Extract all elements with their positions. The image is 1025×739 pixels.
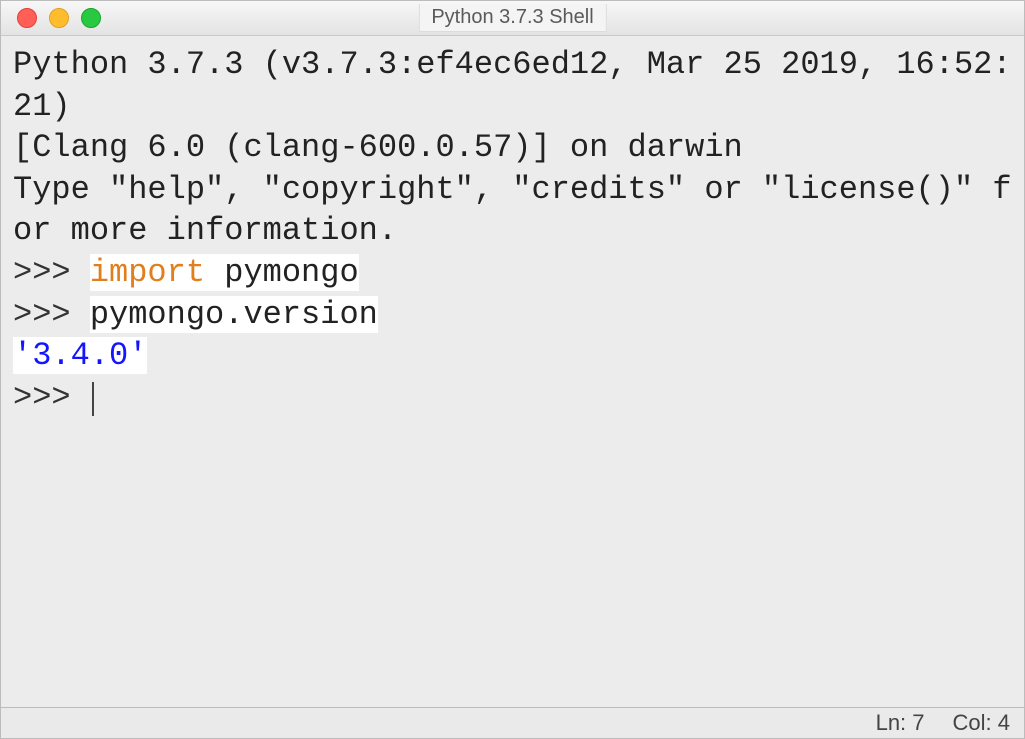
prompt: >>> <box>13 296 90 333</box>
traffic-lights <box>17 8 101 28</box>
prompt: >>> <box>13 379 90 416</box>
statusbar: Ln: 7 Col: 4 <box>1 707 1024 738</box>
code-text <box>205 254 224 291</box>
status-line-number: Ln: 7 <box>876 710 925 736</box>
window-title: Python 3.7.3 Shell <box>418 4 606 32</box>
minimize-icon[interactable] <box>49 8 69 28</box>
zoom-icon[interactable] <box>81 8 101 28</box>
string-output: '3.4.0' <box>13 337 147 374</box>
code-text: pymongo.version <box>90 296 378 333</box>
close-icon[interactable] <box>17 8 37 28</box>
code-text: pymongo <box>224 254 358 291</box>
keyword-import: import <box>90 254 205 291</box>
banner-line: Python 3.7.3 (v3.7.3:ef4ec6ed12, Mar 25 … <box>13 46 1012 125</box>
shell-output-area[interactable]: Python 3.7.3 (v3.7.3:ef4ec6ed12, Mar 25 … <box>1 36 1024 707</box>
banner-line: [Clang 6.0 (clang-600.0.57)] on darwin <box>13 129 743 166</box>
status-col-number: Col: 4 <box>953 710 1010 736</box>
prompt: >>> <box>13 254 90 291</box>
banner-line: Type "help", "copyright", "credits" or "… <box>13 171 1012 250</box>
app-window: Python 3.7.3 Shell Python 3.7.3 (v3.7.3:… <box>0 0 1025 739</box>
text-cursor-icon <box>92 382 94 416</box>
titlebar[interactable]: Python 3.7.3 Shell <box>1 1 1024 36</box>
